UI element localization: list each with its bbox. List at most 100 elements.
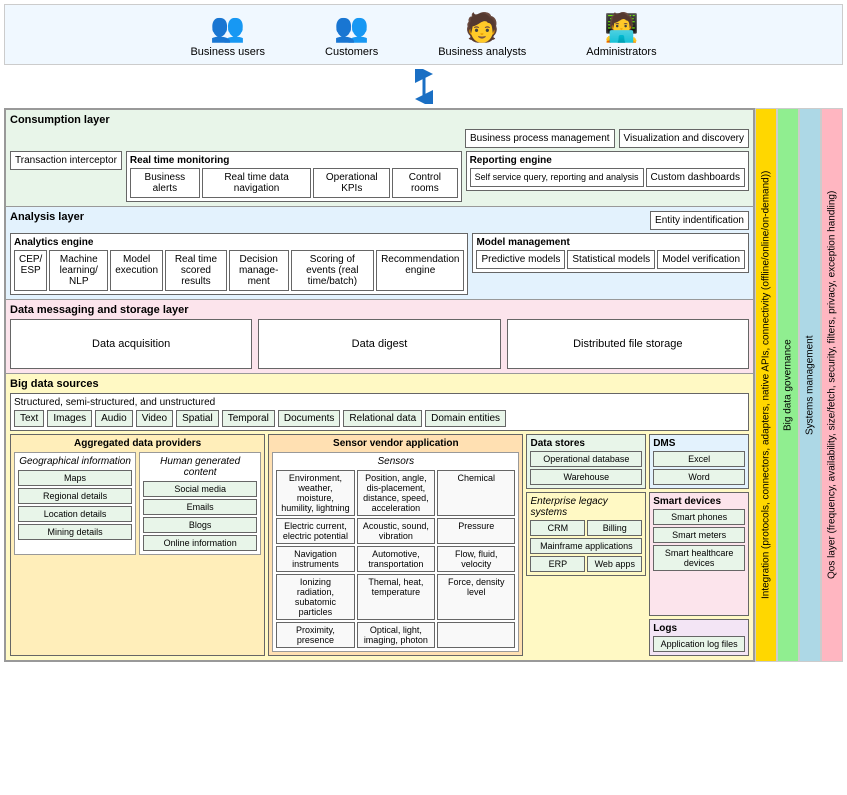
sensor-optical: Optical, light, imaging, photon — [357, 622, 435, 648]
mainframe-tag: Mainframe applications — [530, 538, 642, 554]
online-info-tag: Online information — [143, 535, 257, 551]
self-service-box: Self service query, reporting and analys… — [470, 168, 644, 187]
sensor-thermal: Themal, heat, temperature — [357, 574, 435, 620]
right-sidebars: Integration (protocols, connectors, adap… — [755, 108, 843, 662]
relational-tag: Relational data — [343, 410, 422, 427]
integration-label: Integration (protocols, connectors, adap… — [761, 171, 772, 599]
dms-block: DMS Excel Word — [649, 434, 749, 489]
sensor-position: Position, angle, dis-placement, distance… — [357, 470, 435, 516]
scored-results-label: Real time scored results — [175, 254, 217, 287]
smart-meters-tag: Smart meters — [653, 527, 745, 543]
consumption-layer: Consumption layer Business process manag… — [6, 110, 753, 207]
real-time-nav-label: Real time data navigation — [224, 172, 288, 194]
analysis-main: Analytics engine CEP/ ESP Machine learni… — [10, 233, 749, 295]
recommendation-box: Recommendation engine — [376, 250, 464, 291]
sensors-title: Sensors — [276, 456, 515, 467]
sensor-empty — [437, 622, 515, 648]
video-tag: Video — [136, 410, 173, 427]
custom-dashboards-label: Custom dashboards — [651, 172, 741, 183]
cep-box: CEP/ ESP — [14, 250, 47, 291]
sensors-block: Sensors Environment, weather, moisture, … — [272, 452, 519, 652]
audio-tag: Audio — [95, 410, 133, 427]
predictive-box: Predictive models — [476, 250, 565, 269]
consumption-main: Transaction interceptor Real time monito… — [10, 151, 749, 202]
op-kpis-box: Operational KPIs — [313, 168, 390, 198]
entity-label: Entity indentification — [655, 215, 744, 226]
big-data-title: Big data sources — [10, 378, 749, 390]
business-process-label: Business process management — [470, 133, 610, 144]
data-stores-wrapper: Data stores Operational database Warehou… — [526, 434, 646, 656]
social-media-tag: Social media — [143, 481, 257, 497]
maps-tag: Maps — [18, 470, 132, 486]
structured-items: Text Images Audio Video Spatial Temporal… — [14, 410, 745, 427]
business-alerts-box: Business alerts — [130, 168, 200, 198]
model-verify-label: Model verification — [662, 254, 740, 265]
consumption-title: Consumption layer — [10, 114, 749, 126]
text-tag: Text — [14, 410, 44, 427]
web-apps-tag: Web apps — [587, 556, 642, 572]
enterprise-block: Enterprise legacy systems CRM Billing Ma… — [526, 492, 646, 576]
right-blocks: Data stores Operational database Warehou… — [526, 434, 749, 656]
analysts-label: Business analysts — [438, 46, 526, 58]
business-users-label: Business users — [190, 46, 265, 58]
distributed-storage-box: Distributed file storage — [507, 319, 749, 369]
data-boxes: Data acquisition Data digest Distributed… — [10, 319, 749, 369]
data-digest-label: Data digest — [352, 338, 408, 350]
recommendation-label: Recommendation engine — [381, 254, 459, 276]
sensor-flow: Flow, fluid, velocity — [437, 546, 515, 572]
distributed-storage-label: Distributed file storage — [573, 338, 682, 350]
op-kpis-label: Operational KPIs — [326, 172, 378, 194]
sensor-ionizing: Ionizing radiation, subatomic particles — [276, 574, 354, 620]
sensor-proximity: Proximity, presence — [276, 622, 354, 648]
data-digest-box: Data digest — [258, 319, 500, 369]
qos-sidebar: Qos layer (frequency, availability, size… — [821, 108, 843, 662]
entity-box: Entity indentification — [650, 211, 749, 230]
excel-tag: Excel — [653, 451, 745, 467]
human-title: Human generated content — [143, 456, 257, 478]
customers-label: Customers — [325, 46, 378, 58]
statistical-label: Statistical models — [572, 254, 650, 265]
self-service-label: Self service query, reporting and analys… — [475, 172, 639, 182]
user-business: 👥 Business users — [190, 11, 265, 58]
ds-items: Operational database Warehouse — [530, 451, 642, 485]
reporting-block: Reporting engine Self service query, rep… — [466, 151, 749, 191]
human-items: Social media Emails Blogs Online informa… — [143, 481, 257, 551]
sensor-force: Force, density level — [437, 574, 515, 620]
billing-tag: Billing — [587, 520, 642, 536]
scoring-events-box: Scoring of events (real time/batch) — [291, 250, 375, 291]
architecture-wrapper: Consumption layer Business process manag… — [4, 108, 843, 662]
ml-box: Machine learning/ NLP — [49, 250, 108, 291]
reporting-title: Reporting engine — [470, 155, 745, 166]
control-rooms-box: Control rooms — [392, 168, 457, 198]
logs-block: Logs Application log files — [649, 619, 749, 656]
data-acquisition-box: Data acquisition — [10, 319, 252, 369]
control-rooms-label: Control rooms — [409, 172, 441, 194]
sensor-automotive: Automotive, transportation — [357, 546, 435, 572]
decision-mgmt-label: Decision manage-ment — [239, 254, 278, 287]
smart-healthcare-tag: Smart healthcare devices — [653, 545, 745, 571]
mining-tag: Mining details — [18, 524, 132, 540]
model-mgmt-block: Model management Predictive models Stati… — [472, 233, 749, 273]
data-acquisition-label: Data acquisition — [92, 338, 170, 350]
aggregated-providers: Aggregated data providers Geographical i… — [10, 434, 265, 656]
big-data-layer: Big data sources Structured, semi-struct… — [6, 374, 753, 660]
regional-tag: Regional details — [18, 488, 132, 504]
enterprise-grid: CRM Billing Mainframe applications ERP W… — [530, 520, 642, 572]
app-log-tag: Application log files — [653, 636, 745, 652]
ml-label: Machine learning/ NLP — [60, 254, 98, 287]
smartphones-tag: Smart phones — [653, 509, 745, 525]
model-mgmt-title: Model management — [476, 237, 745, 248]
admins-icon: 🧑‍💻 — [604, 11, 639, 44]
sensor-pressure: Pressure — [437, 518, 515, 544]
users-section: 👥 Business users 👥 Customers 🧑 Business … — [4, 4, 843, 65]
structured-block: Structured, semi-structured, and unstruc… — [10, 393, 749, 431]
dms-smart-wrapper: DMS Excel Word Smart devices Smart phone… — [649, 434, 749, 656]
word-tag: Word — [653, 469, 745, 485]
analysis-layer: Analysis layer Entity indentification An… — [6, 207, 753, 300]
agg-title: Aggregated data providers — [14, 438, 261, 449]
bottom-providers: Aggregated data providers Geographical i… — [10, 434, 749, 656]
analytics-engine: Analytics engine CEP/ ESP Machine learni… — [10, 233, 468, 295]
warehouse-tag: Warehouse — [530, 469, 642, 485]
geo-block: Geographical information Maps Regional d… — [14, 452, 136, 555]
admins-label: Administrators — [586, 46, 656, 58]
